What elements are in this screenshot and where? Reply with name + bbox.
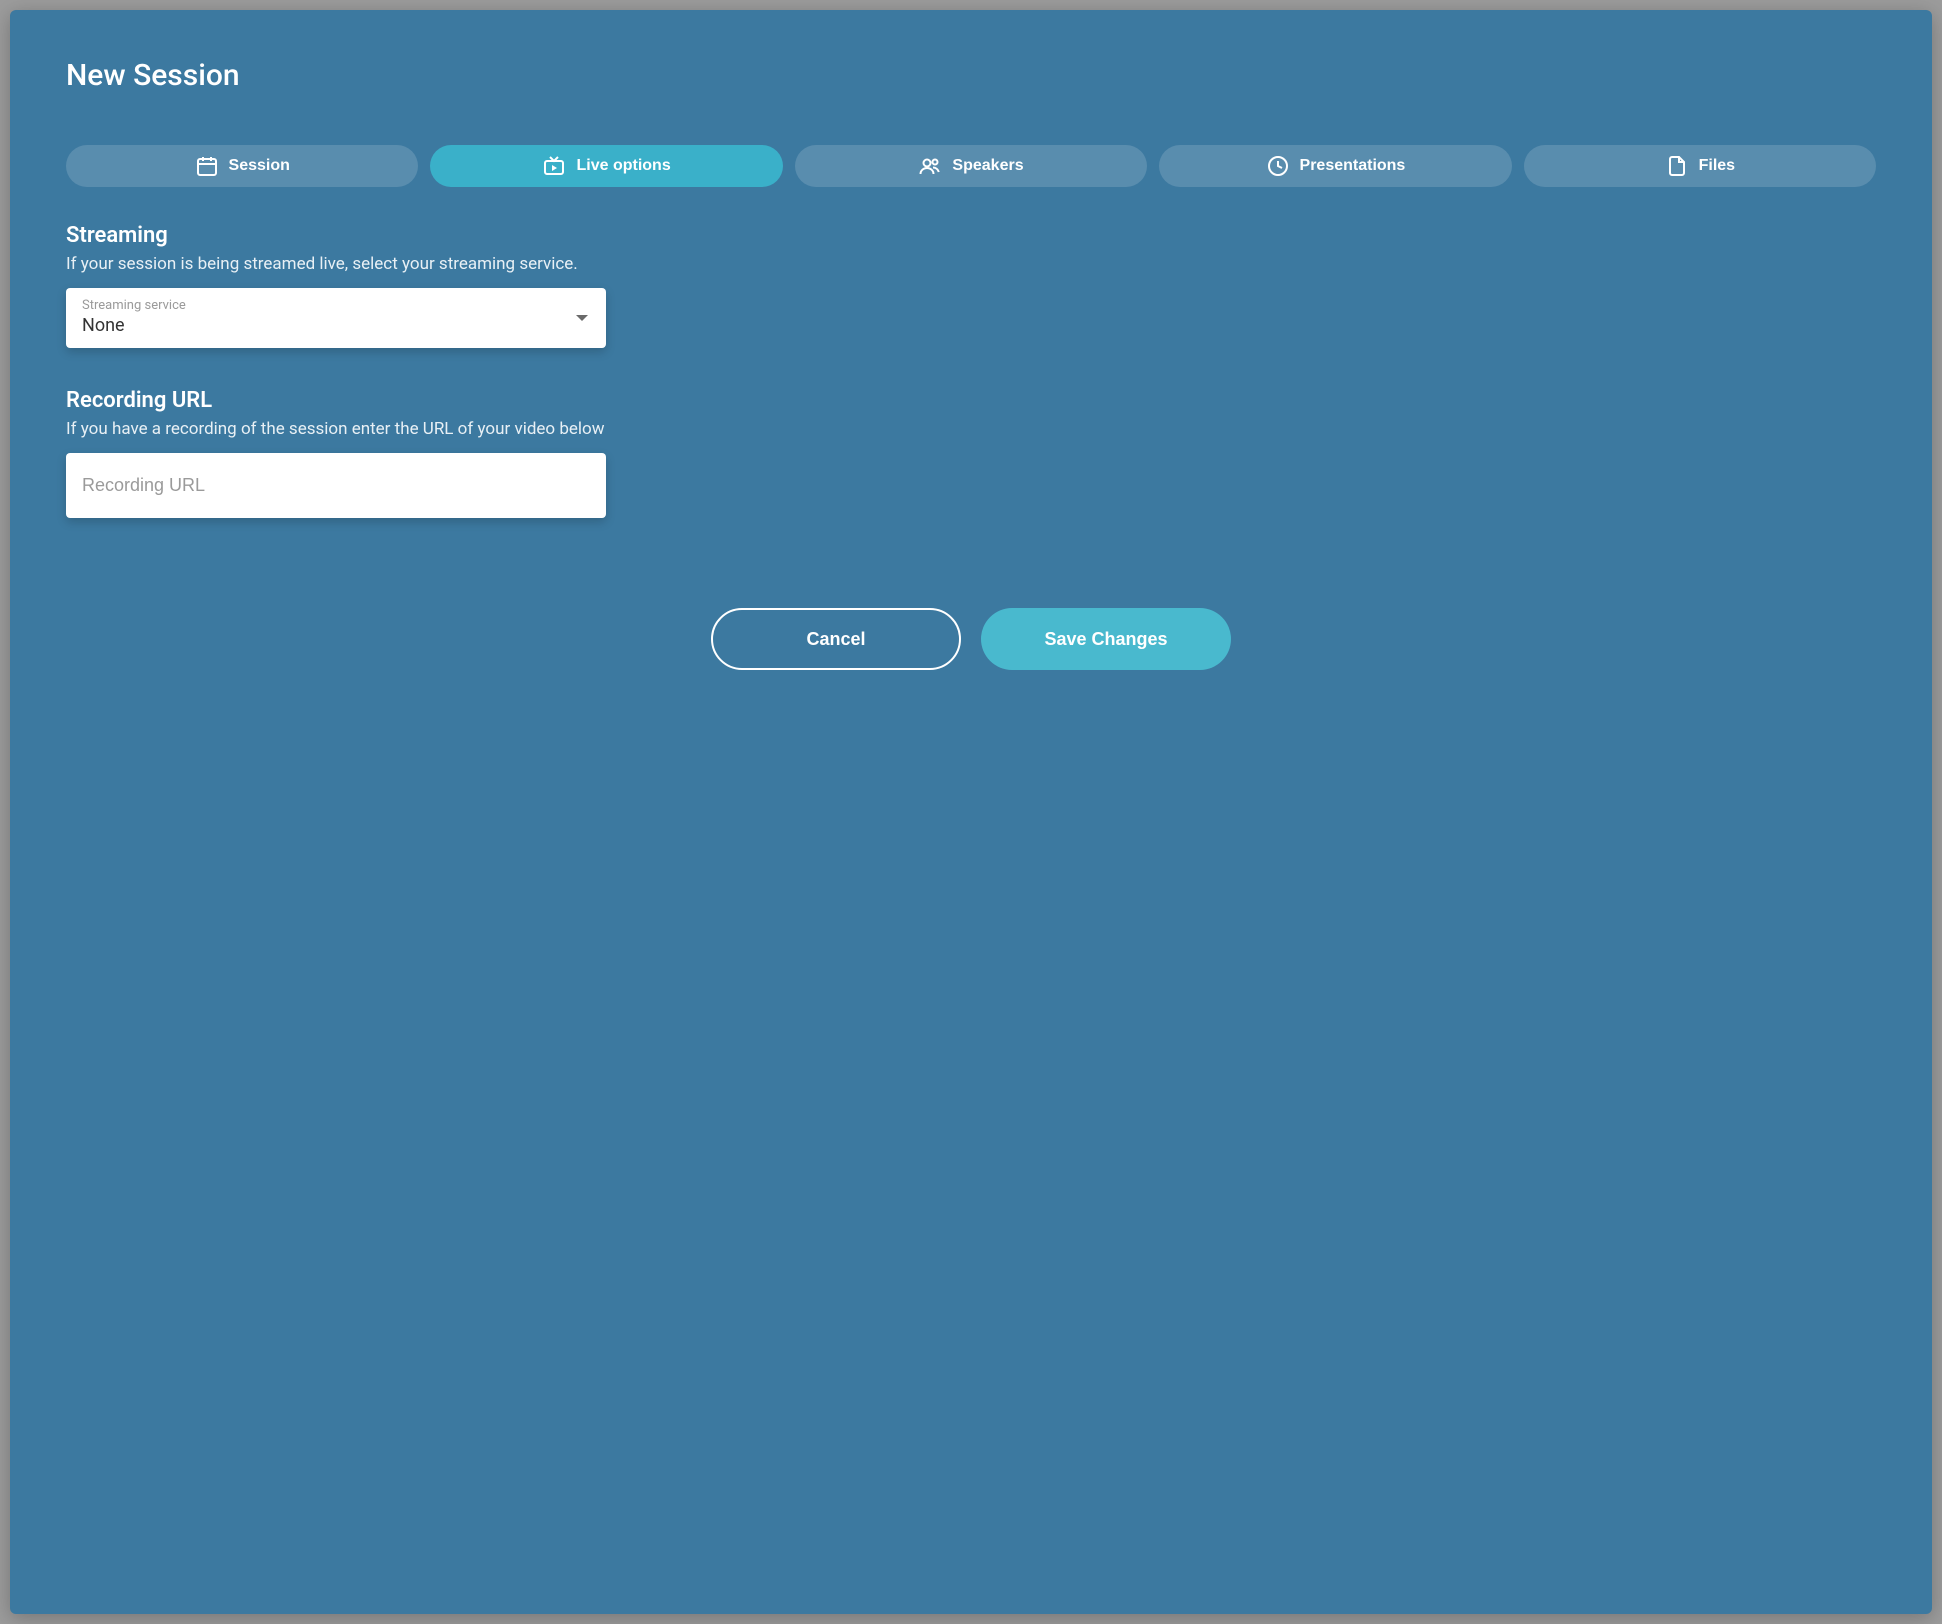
- tab-label: Speakers: [952, 157, 1023, 175]
- recording-title: Recording URL: [66, 388, 1876, 413]
- recording-url-field-wrapper: [66, 453, 606, 518]
- modal-title: New Session: [66, 58, 1876, 93]
- clock-icon: [1266, 154, 1290, 178]
- recording-url-input[interactable]: [66, 453, 606, 518]
- modal-actions: Cancel Save Changes: [66, 608, 1876, 670]
- modal-backdrop: New Session Session Live options Speaker…: [0, 0, 1942, 1624]
- tab-presentations[interactable]: Presentations: [1159, 145, 1511, 187]
- tab-label: Session: [229, 157, 290, 175]
- select-value: None: [82, 315, 590, 336]
- cancel-button[interactable]: Cancel: [711, 608, 961, 670]
- tv-play-icon: [542, 154, 566, 178]
- recording-description: If you have a recording of the session e…: [66, 419, 1876, 439]
- tab-session[interactable]: Session: [66, 145, 418, 187]
- streaming-title: Streaming: [66, 223, 1876, 248]
- people-icon: [918, 154, 942, 178]
- streaming-section: Streaming If your session is being strea…: [66, 223, 1876, 348]
- tab-label: Files: [1699, 157, 1735, 175]
- streaming-service-select[interactable]: Streaming service None: [66, 288, 606, 348]
- tab-label: Live options: [576, 157, 670, 175]
- chevron-down-icon: [576, 315, 588, 321]
- tab-speakers[interactable]: Speakers: [795, 145, 1147, 187]
- streaming-description: If your session is being streamed live, …: [66, 254, 1876, 274]
- new-session-modal: New Session Session Live options Speaker…: [10, 10, 1932, 1614]
- select-floating-label: Streaming service: [82, 298, 590, 313]
- tab-label: Presentations: [1300, 157, 1406, 175]
- save-changes-button[interactable]: Save Changes: [981, 608, 1231, 670]
- recording-section: Recording URL If you have a recording of…: [66, 388, 1876, 518]
- tab-live-options[interactable]: Live options: [430, 145, 782, 187]
- calendar-icon: [195, 154, 219, 178]
- tab-bar: Session Live options Speakers Presentati…: [66, 145, 1876, 187]
- file-icon: [1665, 154, 1689, 178]
- tab-files[interactable]: Files: [1524, 145, 1876, 187]
